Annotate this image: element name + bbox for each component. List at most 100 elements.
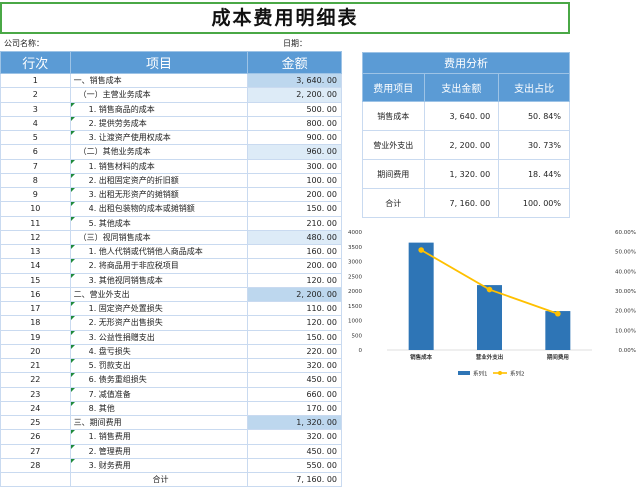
table-row: 12 （三）视同销售成本 480. 00 (0, 229, 342, 246)
row-item: 2. 无形资产出售损失 (69, 315, 249, 331)
table-row: 6 （二）其他业务成本 960. 00 (0, 144, 342, 160)
row-number: 18 (0, 315, 71, 331)
row-item: （一）主营业务成本 (69, 87, 249, 103)
legend-label-series2: 系列2 (510, 370, 525, 378)
company-label: 公司名称： (4, 39, 44, 48)
row-number: 8 (0, 172, 71, 189)
table-row: 17 1. 固定资产处置损失 110. 00 (0, 300, 342, 317)
legend-label-series1: 系列1 (473, 370, 488, 378)
bar (477, 285, 502, 350)
left-tick-label: 1000 (348, 319, 362, 325)
table-row: 19 3. 公益性捐赠支出 150. 00 (0, 329, 342, 345)
table-row: 3 1. 销售商品的成本 500. 00 (0, 101, 342, 117)
left-tick-label: 4000 (348, 230, 362, 236)
row-item: 2. 出租固定资产的折旧额 (69, 172, 249, 189)
left-tick-label: 2500 (348, 274, 362, 280)
row-amount: 170. 00 (247, 400, 342, 417)
row-item: 1. 销售材料的成本 (69, 158, 249, 174)
row-number: 25 (0, 414, 71, 431)
line-point (486, 286, 493, 293)
date-label: 日期： (283, 39, 307, 48)
analysis-row: 销售成本 3, 640. 00 50. 84% (362, 101, 570, 131)
table-row: 4 2. 提供劳务成本 800. 00 (0, 115, 342, 132)
table-row: 10 4. 出租包装物的成本或摊销额 150. 00 (0, 201, 342, 217)
analysis-item: 销售成本 (362, 101, 425, 131)
row-item: 二、营业外支出 (69, 286, 249, 303)
row-item: 3. 其他视同销售成本 (69, 272, 249, 288)
row-number: 9 (0, 186, 71, 203)
analysis-amount: 2, 200. 00 (423, 130, 500, 160)
row-amount: 200. 00 (247, 186, 342, 203)
row-number: 12 (0, 229, 71, 246)
header-item: 项目 (69, 51, 249, 74)
bar (545, 311, 571, 350)
analysis-amount: 3, 640. 00 (423, 101, 500, 131)
row-number: 19 (0, 329, 71, 345)
left-tick-label: 2000 (348, 289, 362, 295)
row-item: 2. 将商品用于非应税项目 (69, 258, 249, 274)
analysis-amount: 7, 160. 00 (423, 188, 500, 218)
analysis-pct: 100. 00% (498, 188, 570, 218)
table-row: 18 2. 无形资产出售损失 120. 00 (0, 315, 342, 331)
table-row: 21 5. 罚款支出 320. 00 (0, 357, 342, 374)
table-row: 28 3. 财务费用 550. 00 (0, 457, 342, 474)
analysis-pct: 50. 84% (498, 101, 570, 131)
row-item: 三、期间费用 (69, 414, 249, 431)
analysis-row: 合计 7, 160. 00 100. 00% (362, 188, 570, 218)
row-item: 2. 管理费用 (69, 443, 249, 459)
row-amount: 2, 200. 00 (247, 87, 342, 103)
table-row: 27 2. 管理费用 450. 00 (0, 443, 342, 459)
row-number: 10 (0, 201, 71, 217)
row-amount: 450. 00 (247, 372, 342, 388)
table-row: 1 一、销售成本 3, 640. 00 (0, 72, 342, 89)
total-amount: 7, 160. 00 (247, 471, 342, 487)
row-item: 4. 出租包装物的成本或摊销额 (69, 201, 249, 217)
table-row: 15 3. 其他视同销售成本 120. 00 (0, 272, 342, 288)
analysis-header-item: 费用项目 (362, 73, 425, 102)
row-item: 7. 减值准备 (69, 386, 249, 402)
row-item: 3. 让渡资产使用权成本 (69, 129, 249, 146)
row-number: 28 (0, 457, 71, 474)
right-tick-label: 10.00% (615, 328, 636, 334)
right-tick-label: 40.00% (615, 269, 636, 275)
row-number: 16 (0, 286, 71, 303)
row-amount: 210. 00 (247, 215, 342, 231)
row-number: 21 (0, 357, 71, 374)
row-number: 4 (0, 115, 71, 132)
table-row: 23 7. 减值准备 660. 00 (0, 386, 342, 402)
legend-swatch-point (498, 371, 502, 375)
row-item: 6. 债务重组损失 (69, 372, 249, 388)
analysis-pct: 18. 44% (498, 159, 570, 189)
table-row: 2 （一）主营业务成本 2, 200. 00 (0, 87, 342, 103)
row-amount: 150. 00 (247, 329, 342, 345)
row-amount: 120. 00 (247, 272, 342, 288)
analysis-header-pct: 支出占比 (498, 73, 570, 102)
row-amount: 110. 00 (247, 300, 342, 317)
analysis-amount: 1, 320. 00 (423, 159, 500, 189)
right-tick-label: 60.00% (615, 230, 636, 236)
row-item: 3. 公益性捐赠支出 (69, 329, 249, 345)
row-number: 3 (0, 101, 71, 117)
row-amount: 660. 00 (247, 386, 342, 402)
row-amount: 500. 00 (247, 101, 342, 117)
row-amount: 150. 00 (247, 201, 342, 217)
left-tick-label: 1500 (348, 304, 362, 310)
row-amount: 300. 00 (247, 158, 342, 174)
analysis-header-amount: 支出金额 (423, 73, 500, 102)
row-item: （三）视同销售成本 (69, 229, 249, 246)
legend-swatch-bar (458, 371, 470, 375)
table-row: 25 三、期间费用 1, 320. 00 (0, 414, 342, 431)
table-row: 16 二、营业外支出 2, 200. 00 (0, 286, 342, 303)
row-item: 8. 其他 (69, 400, 249, 417)
table-row: 9 3. 出租无形资产的摊销额 200. 00 (0, 186, 342, 203)
row-amount: 800. 00 (247, 115, 342, 132)
row-number: 17 (0, 300, 71, 317)
total-label: 合计 (69, 471, 249, 487)
table-row: 26 1. 销售费用 320. 00 (0, 429, 342, 445)
row-amount: 120. 00 (247, 315, 342, 331)
row-number: 26 (0, 429, 71, 445)
analysis-item: 期间费用 (362, 159, 425, 189)
row-number: 13 (0, 243, 71, 260)
left-tick-label: 500 (352, 333, 363, 339)
left-tick-label: 3500 (348, 245, 362, 251)
